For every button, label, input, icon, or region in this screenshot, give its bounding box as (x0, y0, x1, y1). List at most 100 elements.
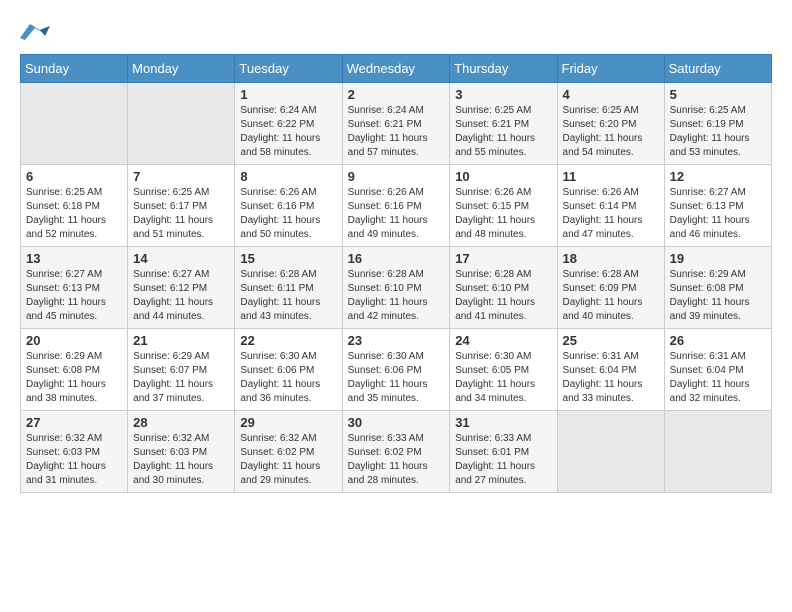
calendar-cell: 13 Sunrise: 6:27 AMSunset: 6:13 PMDayligh… (21, 247, 128, 329)
calendar-cell (21, 83, 128, 165)
day-number: 26 (670, 333, 766, 348)
day-number: 30 (348, 415, 445, 430)
calendar-cell: 7Sunrise: 6:25 AMSunset: 6:17 PMDaylight… (128, 165, 235, 247)
day-info: Sunrise: 6:29 AMSunset: 6:08 PMDaylight:… (26, 350, 122, 406)
header-monday: Monday (128, 55, 235, 83)
day-number: 2 (348, 87, 445, 102)
calendar-cell: 3 Sunrise: 6:25 AMSunset: 6:21 PMDaylight… (450, 83, 557, 165)
header-tuesday: Tuesday (235, 55, 342, 83)
week-row-2: 13 Sunrise: 6:27 AMSunset: 6:13 PMDayligh… (21, 247, 772, 329)
calendar-cell (664, 411, 771, 493)
day-info: Sunrise: 6:25 AMSunset: 6:17 PMDaylight:… (133, 186, 229, 242)
day-number: 14 (133, 251, 229, 266)
day-number: 27 (26, 415, 122, 430)
day-number: 16 (348, 251, 445, 266)
day-info: Sunrise: 6:32 AMSunset: 6:03 PMDaylight:… (26, 432, 122, 488)
calendar-cell: 30 Sunrise: 6:33 AMSunset: 6:02 PMDayligh… (342, 411, 450, 493)
calendar-cell: 26 Sunrise: 6:31 AMSunset: 6:04 PMDayligh… (664, 329, 771, 411)
week-row-1: 6 Sunrise: 6:25 AMSunset: 6:18 PMDaylight… (21, 165, 772, 247)
calendar-cell: 12 Sunrise: 6:27 AMSunset: 6:13 PMDayligh… (664, 165, 771, 247)
day-number: 11 (563, 169, 659, 184)
calendar-body: 1 Sunrise: 6:24 AMSunset: 6:22 PMDaylight… (21, 83, 772, 493)
header-wednesday: Wednesday (342, 55, 450, 83)
day-number: 20 (26, 333, 122, 348)
day-info: Sunrise: 6:28 AMSunset: 6:10 PMDaylight:… (455, 268, 551, 324)
day-info: Sunrise: 6:32 AMSunset: 6:03 PMDaylight:… (133, 432, 229, 488)
day-info: Sunrise: 6:25 AMSunset: 6:19 PMDaylight:… (670, 104, 766, 160)
calendar-cell: 9 Sunrise: 6:26 AMSunset: 6:16 PMDaylight… (342, 165, 450, 247)
day-info: Sunrise: 6:27 AMSunset: 6:13 PMDaylight:… (670, 186, 766, 242)
day-number: 23 (348, 333, 445, 348)
calendar-cell: 31Sunrise: 6:33 AMSunset: 6:01 PMDayligh… (450, 411, 557, 493)
day-number: 21 (133, 333, 229, 348)
calendar-cell: 6 Sunrise: 6:25 AMSunset: 6:18 PMDaylight… (21, 165, 128, 247)
header-sunday: Sunday (21, 55, 128, 83)
day-info: Sunrise: 6:28 AMSunset: 6:09 PMDaylight:… (563, 268, 659, 324)
calendar-cell: 23Sunrise: 6:30 AMSunset: 6:06 PMDayligh… (342, 329, 450, 411)
day-number: 18 (563, 251, 659, 266)
day-number: 6 (26, 169, 122, 184)
calendar-cell: 28 Sunrise: 6:32 AMSunset: 6:03 PMDayligh… (128, 411, 235, 493)
header-friday: Friday (557, 55, 664, 83)
calendar-cell: 19Sunrise: 6:29 AMSunset: 6:08 PMDayligh… (664, 247, 771, 329)
day-number: 9 (348, 169, 445, 184)
calendar-cell: 4Sunrise: 6:25 AMSunset: 6:20 PMDaylight… (557, 83, 664, 165)
calendar-table: SundayMondayTuesdayWednesdayThursdayFrid… (20, 54, 772, 493)
calendar-cell: 11 Sunrise: 6:26 AMSunset: 6:14 PMDayligh… (557, 165, 664, 247)
calendar-cell: 8 Sunrise: 6:26 AMSunset: 6:16 PMDaylight… (235, 165, 342, 247)
day-info: Sunrise: 6:30 AMSunset: 6:06 PMDaylight:… (240, 350, 336, 406)
day-info: Sunrise: 6:33 AMSunset: 6:02 PMDaylight:… (348, 432, 445, 488)
day-number: 3 (455, 87, 551, 102)
day-number: 12 (670, 169, 766, 184)
calendar-cell: 2 Sunrise: 6:24 AMSunset: 6:21 PMDaylight… (342, 83, 450, 165)
calendar-cell: 5 Sunrise: 6:25 AMSunset: 6:19 PMDaylight… (664, 83, 771, 165)
calendar-header: SundayMondayTuesdayWednesdayThursdayFrid… (21, 55, 772, 83)
calendar-cell: 16 Sunrise: 6:28 AMSunset: 6:10 PMDayligh… (342, 247, 450, 329)
day-info: Sunrise: 6:24 AMSunset: 6:22 PMDaylight:… (240, 104, 336, 160)
day-info: Sunrise: 6:26 AMSunset: 6:16 PMDaylight:… (240, 186, 336, 242)
calendar-cell: 22Sunrise: 6:30 AMSunset: 6:06 PMDayligh… (235, 329, 342, 411)
calendar-cell: 24Sunrise: 6:30 AMSunset: 6:05 PMDayligh… (450, 329, 557, 411)
day-number: 8 (240, 169, 336, 184)
day-info: Sunrise: 6:25 AMSunset: 6:21 PMDaylight:… (455, 104, 551, 160)
day-number: 5 (670, 87, 766, 102)
header-saturday: Saturday (664, 55, 771, 83)
day-info: Sunrise: 6:25 AMSunset: 6:18 PMDaylight:… (26, 186, 122, 242)
logo-bird-icon (20, 20, 50, 44)
page-header (20, 20, 772, 44)
calendar-cell: 29Sunrise: 6:32 AMSunset: 6:02 PMDayligh… (235, 411, 342, 493)
week-row-4: 27 Sunrise: 6:32 AMSunset: 6:03 PMDayligh… (21, 411, 772, 493)
day-info: Sunrise: 6:31 AMSunset: 6:04 PMDaylight:… (563, 350, 659, 406)
day-number: 10 (455, 169, 551, 184)
day-info: Sunrise: 6:26 AMSunset: 6:16 PMDaylight:… (348, 186, 445, 242)
calendar-cell: 20 Sunrise: 6:29 AMSunset: 6:08 PMDayligh… (21, 329, 128, 411)
week-row-3: 20 Sunrise: 6:29 AMSunset: 6:08 PMDayligh… (21, 329, 772, 411)
day-info: Sunrise: 6:24 AMSunset: 6:21 PMDaylight:… (348, 104, 445, 160)
day-info: Sunrise: 6:27 AMSunset: 6:12 PMDaylight:… (133, 268, 229, 324)
day-info: Sunrise: 6:33 AMSunset: 6:01 PMDaylight:… (455, 432, 551, 488)
day-number: 4 (563, 87, 659, 102)
header-thursday: Thursday (450, 55, 557, 83)
calendar-cell: 17 Sunrise: 6:28 AMSunset: 6:10 PMDayligh… (450, 247, 557, 329)
day-info: Sunrise: 6:27 AMSunset: 6:13 PMDaylight:… (26, 268, 122, 324)
calendar-cell (557, 411, 664, 493)
day-number: 17 (455, 251, 551, 266)
day-info: Sunrise: 6:28 AMSunset: 6:11 PMDaylight:… (240, 268, 336, 324)
day-number: 28 (133, 415, 229, 430)
day-info: Sunrise: 6:28 AMSunset: 6:10 PMDaylight:… (348, 268, 445, 324)
day-info: Sunrise: 6:26 AMSunset: 6:14 PMDaylight:… (563, 186, 659, 242)
day-number: 1 (240, 87, 336, 102)
day-number: 13 (26, 251, 122, 266)
day-number: 29 (240, 415, 336, 430)
calendar-cell: 27 Sunrise: 6:32 AMSunset: 6:03 PMDayligh… (21, 411, 128, 493)
calendar-cell: 1 Sunrise: 6:24 AMSunset: 6:22 PMDaylight… (235, 83, 342, 165)
calendar-cell: 10Sunrise: 6:26 AMSunset: 6:15 PMDayligh… (450, 165, 557, 247)
calendar-cell: 25Sunrise: 6:31 AMSunset: 6:04 PMDayligh… (557, 329, 664, 411)
calendar-cell: 14 Sunrise: 6:27 AMSunset: 6:12 PMDayligh… (128, 247, 235, 329)
week-row-0: 1 Sunrise: 6:24 AMSunset: 6:22 PMDaylight… (21, 83, 772, 165)
calendar-cell: 21 Sunrise: 6:29 AMSunset: 6:07 PMDayligh… (128, 329, 235, 411)
day-info: Sunrise: 6:29 AMSunset: 6:07 PMDaylight:… (133, 350, 229, 406)
day-info: Sunrise: 6:31 AMSunset: 6:04 PMDaylight:… (670, 350, 766, 406)
logo (20, 20, 54, 44)
day-info: Sunrise: 6:30 AMSunset: 6:05 PMDaylight:… (455, 350, 551, 406)
